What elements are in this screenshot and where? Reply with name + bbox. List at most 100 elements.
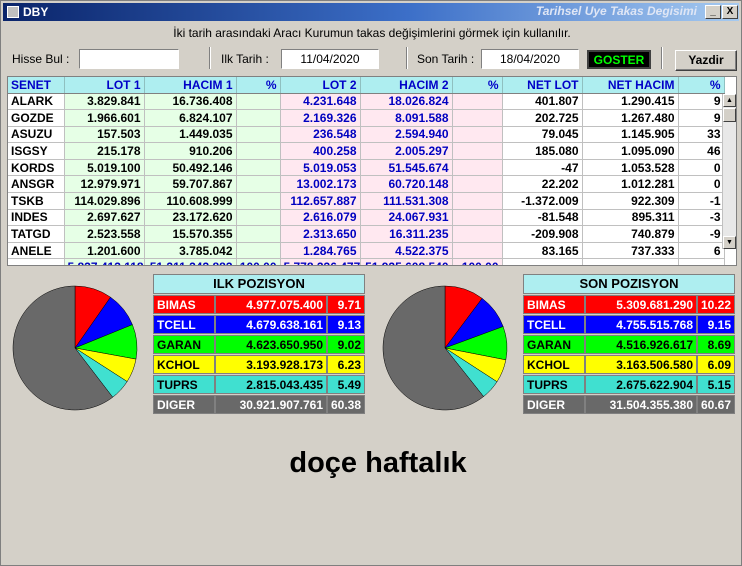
table-cell: -81.548: [502, 209, 583, 227]
table-cell: 111.531.308: [360, 192, 453, 210]
position-symbol: GARAN: [523, 335, 585, 354]
table-cell: 60.720.148: [360, 175, 453, 194]
column-header[interactable]: %: [236, 77, 281, 94]
scroll-down-icon[interactable]: ▼: [723, 236, 736, 249]
son-tarih-label: Son Tarih :: [417, 52, 475, 66]
table-cell: [452, 109, 503, 127]
column-header[interactable]: NET LOT: [502, 77, 583, 94]
table-cell: 401.807: [502, 93, 583, 111]
position-percent: 10.22: [697, 295, 735, 314]
window-subtitle: Tarihsel Uye Takas Degisimi: [535, 4, 697, 18]
column-header[interactable]: NET HACIM: [582, 77, 679, 94]
table-row[interactable]: TSKB 114.029.896 110.608.999 112.657.887 111…: [8, 192, 725, 210]
son-tarih-input[interactable]: 18/04/2020: [481, 49, 579, 69]
table-cell: 46: [678, 142, 725, 160]
table-cell: 114.029.896: [64, 192, 145, 210]
column-header[interactable]: LOT 2: [280, 77, 361, 94]
separator: [406, 47, 408, 69]
position-symbol: TCELL: [153, 315, 215, 334]
grid-scrollbar[interactable]: ▲ ▼: [722, 94, 736, 249]
goster-button[interactable]: GOSTER: [587, 50, 651, 69]
table-cell: 12.979.971: [64, 175, 145, 194]
column-header[interactable]: LOT 1: [64, 77, 145, 94]
table-cell: ANELE: [8, 242, 65, 260]
column-header[interactable]: %: [452, 77, 503, 94]
table-row[interactable]: GOZDE 1.966.601 6.824.107 2.169.326 8.091.58…: [8, 109, 725, 127]
position-value: 3.163.506.580: [585, 355, 697, 374]
table-row[interactable]: ALARK 3.829.841 16.736.408 4.231.648 18.026.…: [8, 93, 725, 111]
totals-cell: 100,00: [452, 258, 503, 265]
table-cell: 910.206: [144, 142, 237, 160]
table-cell: 922.309: [582, 192, 679, 210]
table-cell: TSKB: [8, 192, 65, 210]
table-cell: ANSGR: [8, 175, 65, 194]
table-cell: 2.169.326: [280, 109, 361, 127]
table-cell: INDES: [8, 209, 65, 227]
position-row: KCHOL 3.163.506.580 6.09: [523, 355, 735, 374]
table-cell: [452, 175, 503, 194]
table-cell: 1.053.528: [582, 159, 679, 177]
table-cell: 2.594.940: [360, 126, 453, 144]
position-symbol: KCHOL: [153, 355, 215, 374]
table-cell: 0: [678, 175, 725, 194]
position-value: 30.921.907.761: [215, 395, 327, 414]
table-cell: GOZDE: [8, 109, 65, 127]
table-cell: 5.019.100: [64, 159, 145, 177]
column-header[interactable]: HACIM 1: [144, 77, 237, 94]
position-value: 2.815.043.435: [215, 375, 327, 394]
title-bar[interactable]: DBY Tarihsel Uye Takas Degisimi _ X: [3, 3, 739, 21]
table-cell: 50.492.146: [144, 159, 237, 177]
position-row: BIMAS 5.309.681.290 10.22: [523, 295, 735, 314]
table-row[interactable]: TATGD 2.523.558 15.570.355 2.313.650 16.311.…: [8, 225, 725, 243]
table-cell: 0: [678, 159, 725, 177]
position-percent: 8.69: [697, 335, 735, 354]
table-cell: 1.267.480: [582, 109, 679, 127]
column-header[interactable]: %: [678, 77, 725, 94]
hisse-input[interactable]: [79, 49, 179, 69]
table-cell: [236, 142, 281, 160]
ilk-tarih-input[interactable]: 11/04/2020: [281, 49, 379, 69]
position-percent: 9.15: [697, 315, 735, 334]
ilk-pozisyon-panel: ILK POZISYON BIMAS 4.977.075.400 9.71 TCELL…: [153, 274, 365, 415]
totals-cell: 100,00: [236, 258, 281, 265]
table-row[interactable]: ANSGR 12.979.971 59.707.867 13.002.173 60.72…: [8, 175, 725, 194]
takas-grid[interactable]: SENET LOT 1 HACIM 1% LOT 2 HACIM 2% NET LOT NE…: [7, 76, 737, 266]
minimize-button[interactable]: _: [705, 5, 721, 19]
table-cell: 33: [678, 126, 725, 144]
table-cell: ASUZU: [8, 126, 65, 144]
position-percent: 6.09: [697, 355, 735, 374]
table-cell: 83.165: [502, 242, 583, 260]
table-cell: 9: [678, 109, 725, 127]
table-cell: 2.313.650: [280, 225, 361, 243]
table-cell: 23.172.620: [144, 209, 237, 227]
table-row[interactable]: ISGSY 215.178 910.206 400.258 2.005.297 185.0…: [8, 142, 725, 160]
column-header[interactable]: SENET: [8, 77, 65, 94]
table-cell: 13.002.173: [280, 175, 361, 194]
table-cell: [236, 225, 281, 243]
column-header[interactable]: HACIM 2: [360, 77, 453, 94]
separator: [209, 47, 211, 69]
totals-cell: [502, 258, 583, 265]
son-pozisyon-title: SON POZISYON: [523, 274, 735, 294]
position-value: 4.679.638.161: [215, 315, 327, 334]
table-cell: [236, 209, 281, 227]
totals-cell: 51.925.608.540: [360, 258, 453, 265]
scroll-up-icon[interactable]: ▲: [723, 94, 736, 107]
yazdir-button[interactable]: Yazdir: [675, 50, 737, 71]
table-cell: [452, 126, 503, 144]
scroll-thumb[interactable]: [723, 108, 736, 122]
table-row[interactable]: ASUZU 157.503 1.449.035 236.548 2.594.940 79.…: [8, 126, 725, 144]
close-button[interactable]: X: [722, 5, 738, 19]
son-pozisyon-panel: SON POZISYON BIMAS 5.309.681.290 10.22 TCEL…: [523, 274, 735, 415]
table-row[interactable]: ANELE 1.201.600 3.785.042 1.284.765 4.522.37…: [8, 242, 725, 260]
table-cell: 215.178: [64, 142, 145, 160]
position-percent: 5.15: [697, 375, 735, 394]
table-cell: [452, 93, 503, 111]
table-cell: 79.045: [502, 126, 583, 144]
table-cell: 1.095.090: [582, 142, 679, 160]
position-symbol: DIGER: [523, 395, 585, 414]
table-cell: 16.311.235: [360, 225, 453, 243]
table-row[interactable]: KORDS 5.019.100 50.492.146 5.019.053 51.545.…: [8, 159, 725, 177]
table-row[interactable]: INDES 2.697.627 23.172.620 2.616.079 24.067.…: [8, 209, 725, 227]
position-value: 3.193.928.173: [215, 355, 327, 374]
